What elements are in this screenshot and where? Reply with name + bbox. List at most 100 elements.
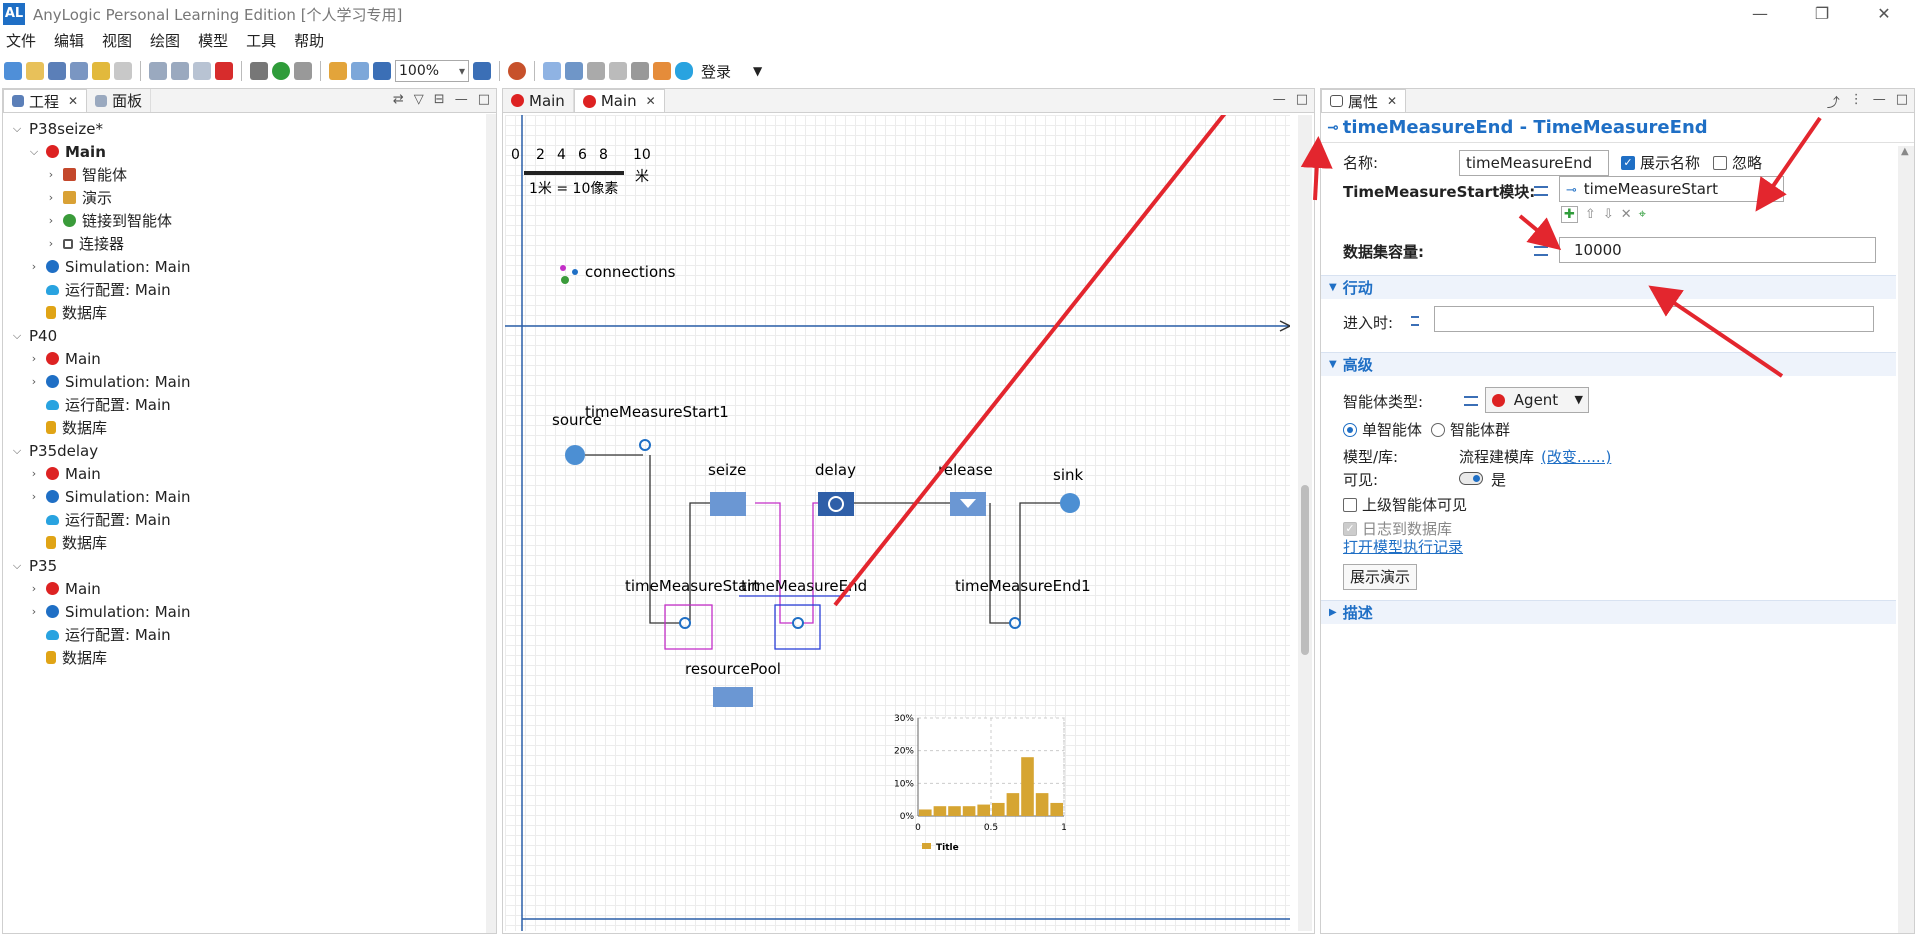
chevron-right-icon[interactable]: › xyxy=(28,490,40,503)
layers-icon[interactable] xyxy=(587,62,605,80)
tree-item[interactable]: › Simulation: Main xyxy=(3,600,496,623)
paste-icon[interactable] xyxy=(193,62,211,80)
chevron-right-icon[interactable]: › xyxy=(45,191,57,204)
undo-icon[interactable] xyxy=(92,62,110,80)
remove-icon[interactable]: ✕ xyxy=(1621,207,1632,222)
tab-project[interactable]: 工程 ✕ xyxy=(3,89,88,112)
search-icon[interactable] xyxy=(473,62,491,80)
pan-icon[interactable] xyxy=(329,62,347,80)
checkbox-icon[interactable] xyxy=(1343,497,1357,512)
move-down-icon[interactable]: ⇩ xyxy=(1603,207,1614,222)
source-block-icon[interactable] xyxy=(565,445,585,465)
menu-help[interactable]: 帮助 xyxy=(294,30,324,51)
checkbox-checked-icon[interactable]: ✓ xyxy=(1621,155,1635,170)
close-icon[interactable]: ✕ xyxy=(1387,94,1397,108)
histogram-chart[interactable]: 0% 10% 20% 30% 0 0.5 1 Title xyxy=(894,714,1067,853)
menu-model[interactable]: 模型 xyxy=(198,30,228,51)
tree-item[interactable]: › 演示 xyxy=(3,186,496,209)
delay-block-icon[interactable] xyxy=(818,492,854,516)
tree-item[interactable]: › Simulation: Main xyxy=(3,370,496,393)
capacity-field[interactable]: 10000 xyxy=(1559,237,1876,263)
seize-block-icon[interactable] xyxy=(710,492,746,516)
tree-item[interactable]: 数据库 xyxy=(3,416,496,439)
tree-scrollbar[interactable] xyxy=(486,114,496,933)
save-icon[interactable] xyxy=(48,62,66,80)
chevron-right-icon[interactable]: › xyxy=(45,214,57,227)
link-editor-icon[interactable]: ⇄ xyxy=(393,92,404,107)
menu-icon[interactable]: ⋮ xyxy=(1850,92,1863,111)
zoom-icon[interactable] xyxy=(373,62,391,80)
tab-properties[interactable]: 属性 ✕ xyxy=(1321,89,1407,112)
agent-type-select[interactable]: Agent ▼ xyxy=(1485,387,1589,413)
zoom-select[interactable]: 100% xyxy=(395,60,469,82)
sink-block-icon[interactable] xyxy=(1060,493,1080,513)
time-measure-start-icon[interactable] xyxy=(679,617,691,629)
tree-item[interactable]: 运行配置: Main xyxy=(3,278,496,301)
run-icon[interactable] xyxy=(272,62,290,80)
section-advanced[interactable]: ▼ 高级 xyxy=(1321,352,1896,376)
visible-toggle[interactable] xyxy=(1459,472,1483,485)
model-diagram[interactable]: 0 2 4 6 8 10 米 1米 = 10像素 connections sou… xyxy=(505,115,1290,931)
close-icon[interactable]: ✕ xyxy=(68,94,78,108)
minimize-panel-icon[interactable]: — xyxy=(1273,92,1286,107)
snap-icon[interactable] xyxy=(565,62,583,80)
menu-edit[interactable]: 编辑 xyxy=(54,30,84,51)
cut-icon[interactable] xyxy=(149,62,167,80)
graphical-editor-canvas[interactable]: 0 2 4 6 8 10 米 1米 = 10像素 connections sou… xyxy=(505,115,1290,931)
scroll-up-icon[interactable]: ▲ xyxy=(1901,146,1909,157)
time-measure-end-icon[interactable] xyxy=(792,617,804,629)
scrollbar-thumb[interactable] xyxy=(1301,485,1309,655)
tree-item[interactable]: ⌵ P35 xyxy=(3,554,496,577)
menu-tools[interactable]: 工具 xyxy=(246,30,276,51)
chevron-right-icon[interactable]: › xyxy=(45,237,57,250)
fix-icon[interactable] xyxy=(653,62,671,80)
tree-item[interactable]: 运行配置: Main xyxy=(3,623,496,646)
tree-item[interactable]: 数据库 xyxy=(3,646,496,669)
connector-icon[interactable] xyxy=(631,62,649,80)
menu-view[interactable]: 视图 xyxy=(102,30,132,51)
tree-item[interactable]: › 链接到智能体 xyxy=(3,209,496,232)
tree-item[interactable]: › 连接器 xyxy=(3,232,496,255)
maximize-panel-icon[interactable]: □ xyxy=(478,92,490,107)
probe-icon[interactable] xyxy=(508,62,526,80)
tree-item[interactable]: › Main xyxy=(3,347,496,370)
show-name-checkbox[interactable]: ✓ 展示名称 xyxy=(1621,152,1700,173)
static-value-icon[interactable] xyxy=(1534,246,1548,256)
tab-palette[interactable]: 面板 xyxy=(87,89,152,112)
chevron-down-icon[interactable]: ▼ xyxy=(753,64,762,78)
tree-item[interactable]: › Simulation: Main xyxy=(3,255,496,278)
filter-icon[interactable]: ▽ xyxy=(414,92,424,107)
cloud-icon[interactable] xyxy=(675,62,693,80)
tab-main-2[interactable]: Main ✕ xyxy=(573,89,665,112)
tree-item[interactable]: 运行配置: Main xyxy=(3,508,496,531)
menu-draw[interactable]: 绘图 xyxy=(150,30,180,51)
chevron-down-icon[interactable]: ⌵ xyxy=(11,559,23,573)
tree-item[interactable]: ⌵ Main xyxy=(3,140,496,163)
open-icon[interactable] xyxy=(26,62,44,80)
minimize-button[interactable]: — xyxy=(1729,0,1791,28)
name-field[interactable]: timeMeasureEnd xyxy=(1459,150,1609,176)
add-icon[interactable]: ✚ xyxy=(1561,206,1578,223)
minimize-panel-icon[interactable]: — xyxy=(455,92,468,107)
tab-main-1[interactable]: Main xyxy=(503,89,574,112)
section-description[interactable]: ▶ 描述 xyxy=(1321,600,1896,624)
upper-visible-checkbox[interactable]: 上级智能体可见 xyxy=(1343,494,1467,515)
copy-icon[interactable] xyxy=(171,62,189,80)
save-all-icon[interactable] xyxy=(70,62,88,80)
tree-item[interactable]: ⌵ P40 xyxy=(3,324,496,347)
tree-item[interactable]: › 智能体 xyxy=(3,163,496,186)
maximize-panel-icon[interactable]: □ xyxy=(1896,92,1908,111)
static-value-icon[interactable] xyxy=(1534,186,1548,196)
menu-file[interactable]: 文件 xyxy=(6,30,36,51)
chevron-down-icon[interactable]: ⌵ xyxy=(11,329,23,343)
checkbox-icon[interactable] xyxy=(1713,155,1727,170)
move-up-icon[interactable]: ⇧ xyxy=(1585,207,1596,222)
radio-selected-icon[interactable] xyxy=(1343,422,1357,437)
stop-icon[interactable] xyxy=(294,62,312,80)
tree-item[interactable]: ⌵ P38seize* xyxy=(3,117,496,140)
select-icon[interactable]: ⌖ xyxy=(1639,207,1646,222)
close-button[interactable]: ✕ xyxy=(1853,0,1915,28)
delete-icon[interactable] xyxy=(215,62,233,80)
minimize-panel-icon[interactable]: — xyxy=(1873,92,1886,111)
radio-icon[interactable] xyxy=(1431,422,1445,437)
